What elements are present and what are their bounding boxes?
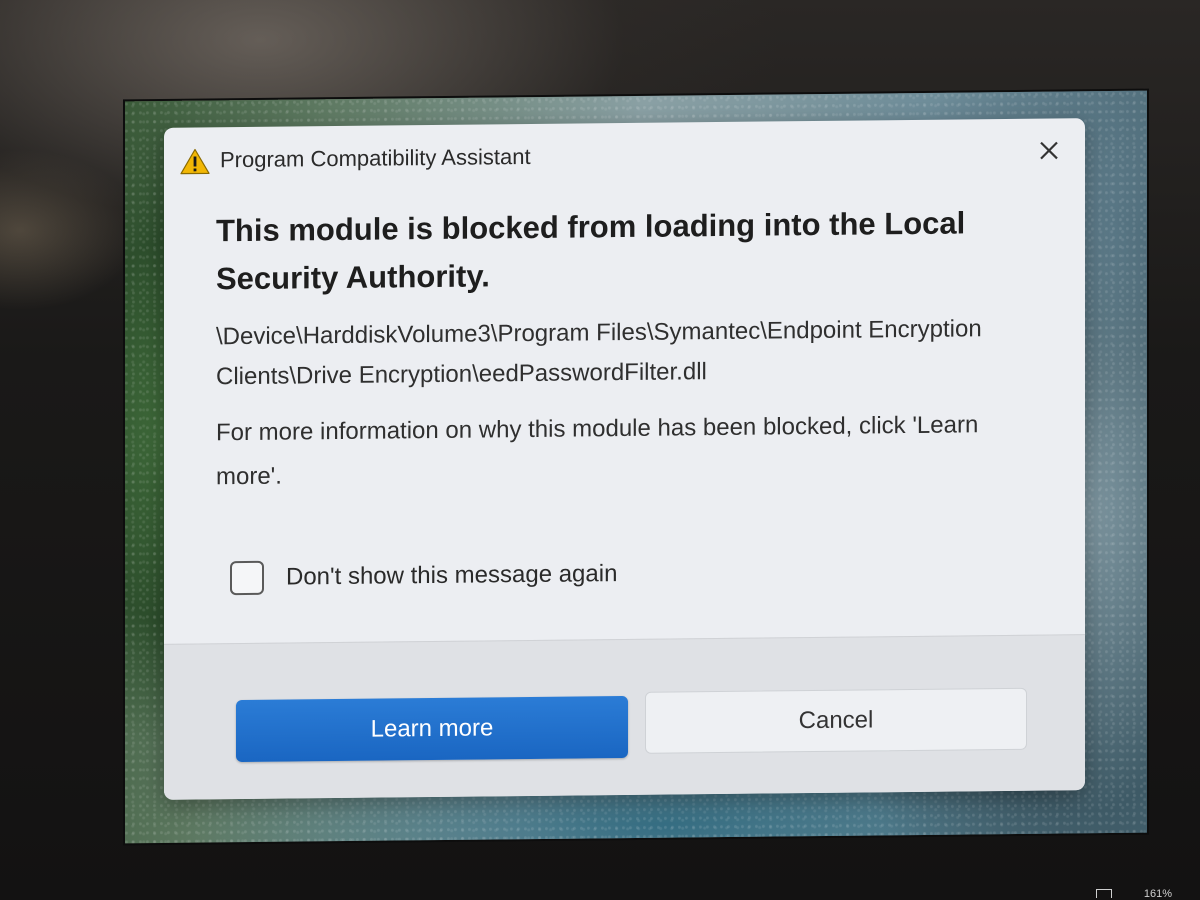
learn-more-button[interactable]: Learn more <box>236 695 628 763</box>
program-compatibility-dialog: Program Compatibility Assistant This mod… <box>164 118 1085 800</box>
dialog-title: Program Compatibility Assistant <box>220 143 531 173</box>
checkbox-label: Don't show this message again <box>286 560 618 591</box>
taskbar-tray-icon <box>1096 889 1112 898</box>
checkbox-box[interactable] <box>230 560 264 596</box>
dialog-content: This module is blocked from loading into… <box>216 199 1045 500</box>
close-icon <box>1040 141 1058 160</box>
close-button[interactable] <box>1031 132 1067 168</box>
info-message: For more information on why this module … <box>216 411 979 491</box>
dont-show-again-checkbox[interactable]: Don't show this message again <box>230 557 618 596</box>
module-path: \Device\HarddiskVolume3\Program Files\Sy… <box>216 315 982 391</box>
dialog-titlebar: Program Compatibility Assistant <box>164 118 1085 190</box>
dialog-heading: This module is blocked from loading into… <box>216 205 966 297</box>
cancel-button[interactable]: Cancel <box>645 687 1027 754</box>
zoom-level: 161% <box>1143 888 1172 900</box>
warning-icon <box>180 148 210 175</box>
dialog-footer: Learn more Cancel <box>164 634 1085 800</box>
